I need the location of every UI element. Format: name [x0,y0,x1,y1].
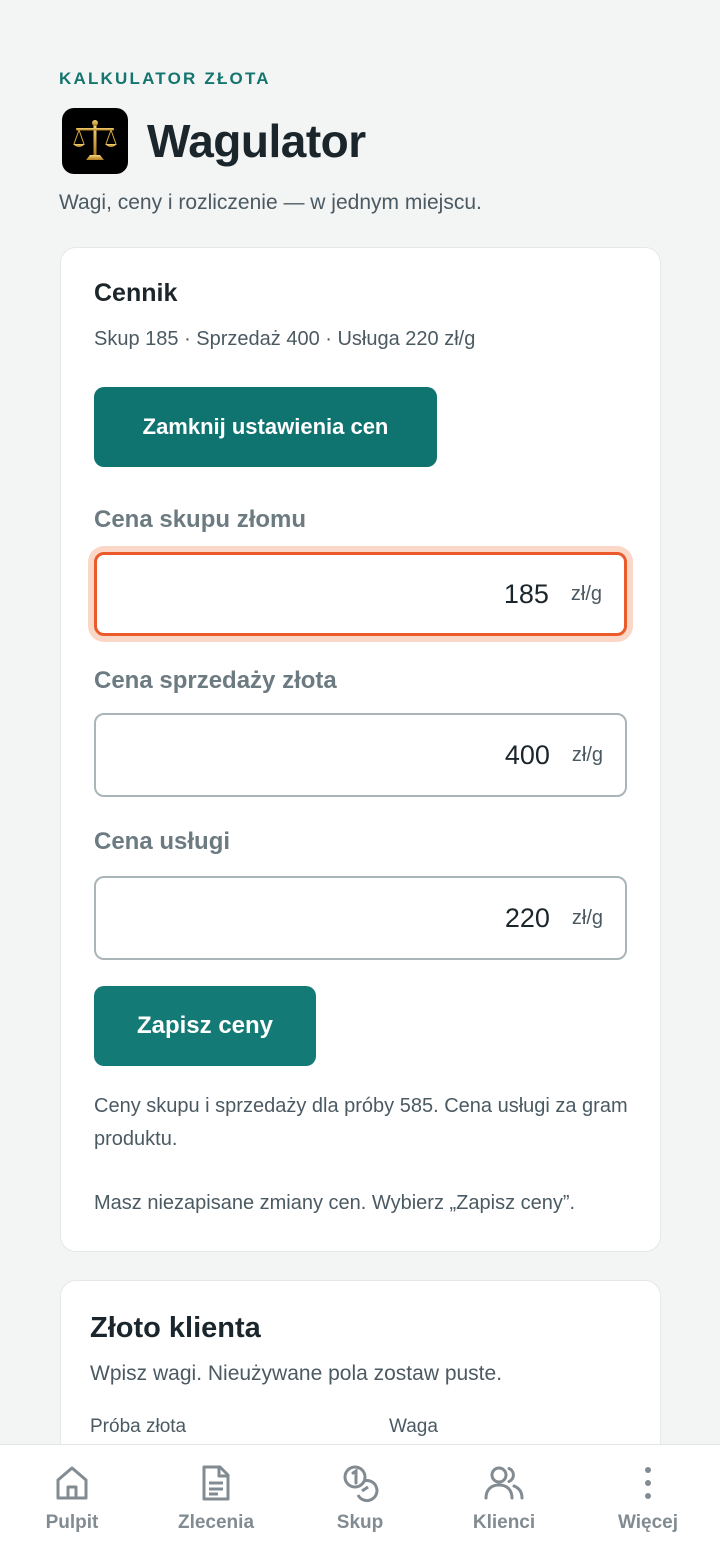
users-icon [484,1466,524,1500]
eyebrow-label: KALKULATOR ZŁOTA [59,69,271,88]
home-icon [56,1466,88,1500]
scrap-price-value[interactable]: 185 [504,579,549,610]
nav-item-wiecej[interactable]: Więcej [576,1445,720,1561]
purity-column-label: Próba złota [90,1416,187,1437]
sell-price-input[interactable]: 400 zł/g [94,713,627,797]
client-gold-title: Złoto klienta [90,1312,261,1344]
nav-label-skup: Skup [336,1512,384,1533]
bottom-navigation: Pulpit Zlecenia Skup Klienci Więcej [0,1444,720,1561]
service-price-input[interactable]: 220 zł/g [94,876,627,960]
sell-price-unit: zł/g [571,743,603,766]
nav-item-klienci[interactable]: Klienci [432,1445,576,1561]
scrap-price-input[interactable]: 185 zł/g [94,552,627,636]
app-title: Wagulator [147,115,366,167]
nav-item-pulpit[interactable]: Pulpit [0,1445,144,1561]
save-prices-button[interactable]: Zapisz ceny [94,986,316,1066]
tagline: Wagi, ceny i rozliczenie — w jednym miej… [59,191,482,214]
pricing-summary: Skup 185 · Sprzedaż 400 · Usługa 220 zł/… [94,328,476,350]
nav-label-klienci: Klienci [472,1512,536,1533]
pricing-info-note: Ceny skupu i sprzedaży dla próby 585. Ce… [94,1095,628,1150]
nav-label-wiecej: Więcej [617,1512,679,1533]
more-vertical-icon [645,1467,651,1499]
document-icon [202,1465,230,1501]
nav-label-zlecenia: Zlecenia [177,1512,255,1533]
pricing-title: Cennik [94,279,178,307]
brand-row: Wagulator [62,108,366,174]
service-price-unit: zł/g [571,906,603,929]
nav-item-skup[interactable]: Skup [288,1445,432,1561]
nav-label-pulpit: Pulpit [45,1512,99,1533]
coins-icon [343,1465,379,1503]
service-price-value[interactable]: 220 [505,903,550,934]
nav-item-zlecenia[interactable]: Zlecenia [144,1445,288,1561]
scrap-price-label: Cena skupu złomu [94,506,307,533]
pricing-card: Cennik Skup 185 · Sprzedaż 400 · Usługa … [60,247,661,1252]
sell-price-value[interactable]: 400 [505,740,550,771]
sell-price-label: Cena sprzedaży złota [94,667,337,694]
service-price-label: Cena usługi [94,828,231,855]
scrap-price-unit: zł/g [570,582,602,605]
client-gold-subtitle: Wpisz wagi. Nieużywane pola zostaw puste… [90,1362,503,1385]
unsaved-changes-note: Masz niezapisane zmiany cen. Wybierz „Za… [94,1192,576,1214]
golden-scales-icon [62,108,128,174]
close-price-settings-button[interactable]: Zamknij ustawienia cen [94,387,437,467]
weight-column-label: Waga [389,1416,438,1437]
